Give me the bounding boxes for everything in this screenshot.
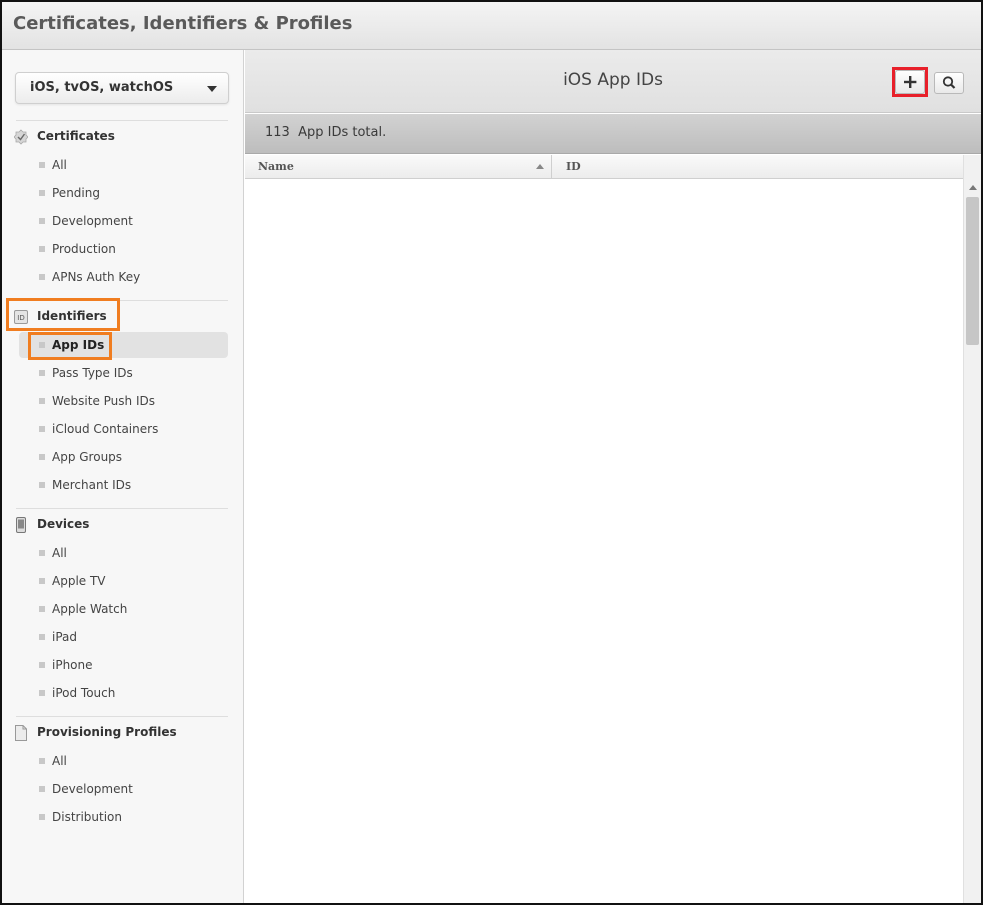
bullet-icon: [39, 274, 45, 280]
bullet-icon: [39, 482, 45, 488]
chevron-down-icon: [207, 86, 217, 92]
certificate-check-icon: [14, 129, 28, 145]
sidebar-item-certificates-all[interactable]: All: [19, 152, 228, 178]
bullet-icon: [39, 690, 45, 696]
bullet-icon: [39, 398, 45, 404]
column-header-id[interactable]: ID: [566, 160, 581, 173]
nav-label: Merchant IDs: [52, 478, 132, 492]
scroll-up-arrow-icon[interactable]: [969, 185, 977, 190]
section-title-provisioning-profiles: Provisioning Profiles: [37, 725, 177, 739]
sidebar-item-pass-type-ids[interactable]: Pass Type IDs: [19, 360, 228, 386]
nav-label: iCloud Containers: [52, 422, 159, 436]
column-separator: [551, 155, 552, 179]
highlight-identifiers: [6, 298, 120, 331]
table-body: [245, 180, 963, 903]
count-bar: 113 App IDs total.: [245, 114, 981, 154]
sidebar-item-merchant-ids[interactable]: Merchant IDs: [19, 472, 228, 498]
sidebar-item-apple-tv[interactable]: Apple TV: [19, 568, 228, 594]
nav-label: Pending: [52, 186, 100, 200]
bullet-icon: [39, 550, 45, 556]
section-title-certificates: Certificates: [37, 129, 115, 143]
sidebar-item-certificates-development[interactable]: Development: [19, 208, 228, 234]
section-divider: [16, 120, 228, 121]
nav-label: Distribution: [52, 810, 123, 824]
main-title: iOS App IDs: [563, 70, 663, 90]
nav-label: iPhone: [52, 658, 93, 672]
search-icon: [942, 76, 956, 89]
document-icon: [15, 725, 27, 741]
nav-label: All: [52, 546, 67, 560]
nav-label: Website Push IDs: [52, 394, 155, 408]
sidebar-item-certificates-production[interactable]: Production: [19, 236, 228, 262]
nav-label: Development: [52, 782, 133, 796]
sidebar-item-profiles-all[interactable]: All: [19, 748, 228, 774]
sidebar-item-apple-watch[interactable]: Apple Watch: [19, 596, 228, 622]
sidebar-item-icloud-containers[interactable]: iCloud Containers: [19, 416, 228, 442]
bullet-icon: [39, 426, 45, 432]
bullet-icon: [39, 190, 45, 196]
window-frame: Certificates, Identifiers & Profiles iOS…: [0, 0, 983, 905]
nav-label: App Groups: [52, 450, 123, 464]
scrollbar[interactable]: [963, 155, 981, 903]
nav-label: iPad: [52, 630, 78, 644]
app-id-count-label: App IDs total.: [298, 125, 387, 140]
app-id-count-text: 113 App IDs total.: [265, 125, 386, 140]
top-bar: Certificates, Identifiers & Profiles: [2, 2, 981, 50]
sort-ascending-icon[interactable]: [536, 164, 544, 169]
bullet-icon: [39, 218, 45, 224]
bullet-icon: [39, 246, 45, 252]
bullet-icon: [39, 454, 45, 460]
scroll-thumb[interactable]: [966, 197, 979, 345]
nav-label: All: [52, 158, 67, 172]
bullet-icon: [39, 814, 45, 820]
sidebar-item-certificates-apns-auth-key[interactable]: APNs Auth Key: [19, 264, 228, 290]
table-header: Name ID: [245, 155, 963, 179]
bullet-icon: [39, 634, 45, 640]
app-id-count: 113: [265, 125, 290, 140]
nav-label: iPod Touch: [52, 686, 116, 700]
nav-label: APNs Auth Key: [52, 270, 141, 284]
main-panel: iOS App IDs 113 App IDs total. Name ID: [245, 50, 981, 903]
sidebar-item-certificates-pending[interactable]: Pending: [19, 180, 228, 206]
bullet-icon: [39, 162, 45, 168]
column-header-name[interactable]: Name: [258, 160, 294, 173]
platform-dropdown-label: iOS, tvOS, watchOS: [30, 80, 174, 95]
nav-label: Development: [52, 214, 133, 228]
section-divider: [16, 508, 228, 509]
sidebar-item-profiles-distribution[interactable]: Distribution: [19, 804, 228, 830]
search-button[interactable]: [934, 72, 964, 94]
sidebar: iOS, tvOS, watchOS Certificates All Pend…: [2, 50, 244, 903]
nav-label: Apple Watch: [52, 602, 128, 616]
bullet-icon: [39, 662, 45, 668]
sidebar-item-ipod-touch[interactable]: iPod Touch: [19, 680, 228, 706]
sidebar-item-website-push-ids[interactable]: Website Push IDs: [19, 388, 228, 414]
sidebar-item-ipad[interactable]: iPad: [19, 624, 228, 650]
highlight-app-ids: [28, 332, 112, 360]
highlight-add-button: [892, 67, 928, 97]
bullet-icon: [39, 786, 45, 792]
bullet-icon: [39, 758, 45, 764]
section-title-devices: Devices: [37, 517, 90, 531]
page-title: Certificates, Identifiers & Profiles: [13, 13, 353, 34]
main-header: iOS App IDs: [245, 50, 981, 113]
bullet-icon: [39, 370, 45, 376]
bullet-icon: [39, 606, 45, 612]
section-divider: [16, 716, 228, 717]
nav-label: Apple TV: [52, 574, 106, 588]
device-phone-icon: [16, 517, 26, 533]
sidebar-item-devices-all[interactable]: All: [19, 540, 228, 566]
nav-label: Production: [52, 242, 116, 256]
sidebar-item-profiles-development[interactable]: Development: [19, 776, 228, 802]
platform-dropdown[interactable]: iOS, tvOS, watchOS: [15, 72, 229, 104]
sidebar-item-app-groups[interactable]: App Groups: [19, 444, 228, 470]
sidebar-item-iphone[interactable]: iPhone: [19, 652, 228, 678]
bullet-icon: [39, 578, 45, 584]
nav-label: All: [52, 754, 67, 768]
nav-label: Pass Type IDs: [52, 366, 133, 380]
